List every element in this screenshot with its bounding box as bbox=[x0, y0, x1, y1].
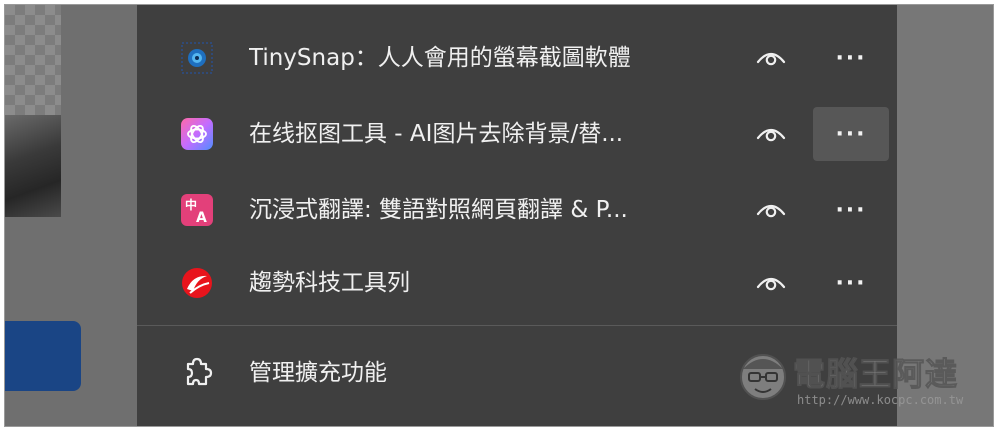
site-watermark: 電腦王阿達 http://www.kocpc.com.tw bbox=[735, 343, 975, 415]
more-options-button[interactable]: ··· bbox=[813, 31, 889, 85]
extension-name: TinySnap：人人會用的螢幕截圖軟體 bbox=[249, 45, 631, 71]
svg-text:A: A bbox=[196, 210, 207, 226]
extension-row-tinysnap[interactable]: TinySnap：人人會用的螢幕截圖軟體 ··· bbox=[137, 20, 897, 96]
tinysnap-icon bbox=[181, 42, 213, 74]
watermark-title: 電腦王阿達 bbox=[792, 355, 959, 394]
extension-name: 趨勢科技工具列 bbox=[249, 270, 410, 296]
translate-icon: 中 A bbox=[181, 194, 213, 226]
eye-icon[interactable] bbox=[749, 192, 793, 228]
more-options-button[interactable]: ··· bbox=[813, 183, 889, 237]
extension-row-ai-cutout[interactable]: 在线抠图工具 - AI图片去除背景/替... ··· bbox=[137, 96, 897, 172]
background-photo-fragment bbox=[5, 115, 61, 217]
eye-icon[interactable] bbox=[749, 116, 793, 152]
eye-icon[interactable] bbox=[749, 265, 793, 301]
mascot-face-icon bbox=[735, 347, 791, 403]
trend-micro-icon bbox=[181, 267, 213, 299]
manage-extensions-label: 管理擴充功能 bbox=[249, 360, 387, 386]
extension-row-trend-micro[interactable]: 趨勢科技工具列 ··· bbox=[137, 245, 897, 321]
extension-name: 在线抠图工具 - AI图片去除背景/替... bbox=[249, 121, 624, 147]
watermark-url: http://www.kocpc.com.tw bbox=[797, 393, 964, 407]
menu-divider bbox=[137, 325, 897, 326]
more-options-button[interactable]: ··· bbox=[813, 256, 889, 310]
background-page-left bbox=[5, 5, 139, 426]
extension-name: 沉浸式翻譯: 雙語對照網頁翻譯 & P... bbox=[249, 197, 628, 223]
screenshot-frame: TinySnap：人人會用的螢幕截圖軟體 ··· 在线抠图工具 - AI图片去除… bbox=[4, 4, 994, 427]
background-blue-button bbox=[5, 321, 81, 391]
openai-style-swirl-icon bbox=[181, 118, 213, 150]
more-options-button[interactable]: ··· bbox=[813, 107, 889, 161]
puzzle-piece-icon bbox=[179, 355, 215, 391]
eye-icon[interactable] bbox=[749, 40, 793, 76]
extension-row-immersive-translate[interactable]: 中 A 沉浸式翻譯: 雙語對照網頁翻譯 & P... ··· bbox=[137, 172, 897, 248]
